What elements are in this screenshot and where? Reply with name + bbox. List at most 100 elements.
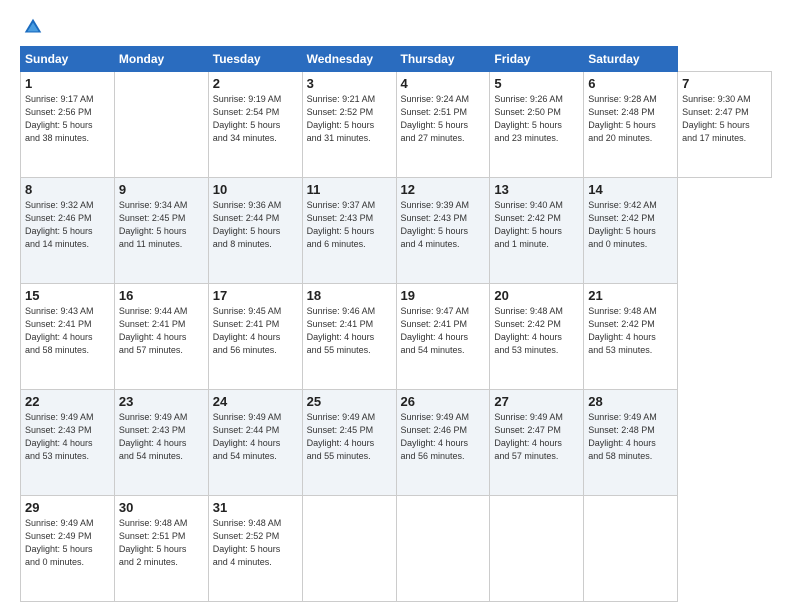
day-number: 18	[307, 288, 392, 303]
day-number: 8	[25, 182, 110, 197]
header	[20, 16, 772, 38]
day-info: Sunrise: 9:32 AM Sunset: 2:46 PM Dayligh…	[25, 199, 110, 251]
day-cell: 3 Sunrise: 9:21 AM Sunset: 2:52 PM Dayli…	[302, 72, 396, 178]
day-info: Sunrise: 9:30 AM Sunset: 2:47 PM Dayligh…	[682, 93, 767, 145]
col-monday: Monday	[114, 47, 208, 72]
logo	[20, 16, 46, 38]
day-info: Sunrise: 9:48 AM Sunset: 2:51 PM Dayligh…	[119, 517, 204, 569]
day-info: Sunrise: 9:48 AM Sunset: 2:42 PM Dayligh…	[494, 305, 579, 357]
day-number: 9	[119, 182, 204, 197]
day-number: 26	[401, 394, 486, 409]
day-info: Sunrise: 9:47 AM Sunset: 2:41 PM Dayligh…	[401, 305, 486, 357]
day-number: 10	[213, 182, 298, 197]
col-wednesday: Wednesday	[302, 47, 396, 72]
day-number: 20	[494, 288, 579, 303]
day-number: 17	[213, 288, 298, 303]
day-info: Sunrise: 9:45 AM Sunset: 2:41 PM Dayligh…	[213, 305, 298, 357]
day-info: Sunrise: 9:34 AM Sunset: 2:45 PM Dayligh…	[119, 199, 204, 251]
day-number: 5	[494, 76, 579, 91]
day-number: 7	[682, 76, 767, 91]
day-number: 6	[588, 76, 673, 91]
day-cell: 8 Sunrise: 9:32 AM Sunset: 2:46 PM Dayli…	[21, 178, 115, 284]
week-row: 29 Sunrise: 9:49 AM Sunset: 2:49 PM Dayl…	[21, 496, 772, 602]
day-cell: 7 Sunrise: 9:30 AM Sunset: 2:47 PM Dayli…	[678, 72, 772, 178]
day-cell: 20 Sunrise: 9:48 AM Sunset: 2:42 PM Dayl…	[490, 284, 584, 390]
week-row: 1 Sunrise: 9:17 AMSunset: 2:56 PMDayligh…	[21, 72, 772, 178]
day-info: Sunrise: 9:44 AM Sunset: 2:41 PM Dayligh…	[119, 305, 204, 357]
week-row: 15 Sunrise: 9:43 AM Sunset: 2:41 PM Dayl…	[21, 284, 772, 390]
day-cell: 17 Sunrise: 9:45 AM Sunset: 2:41 PM Dayl…	[208, 284, 302, 390]
day-info: Sunrise: 9:28 AM Sunset: 2:48 PM Dayligh…	[588, 93, 673, 145]
col-saturday: Saturday	[584, 47, 678, 72]
day-info: Sunrise: 9:49 AM Sunset: 2:44 PM Dayligh…	[213, 411, 298, 463]
day-cell: 6 Sunrise: 9:28 AM Sunset: 2:48 PM Dayli…	[584, 72, 678, 178]
day-cell: 13 Sunrise: 9:40 AM Sunset: 2:42 PM Dayl…	[490, 178, 584, 284]
empty-cell	[302, 496, 396, 602]
day-number: 23	[119, 394, 204, 409]
day-cell: 11 Sunrise: 9:37 AM Sunset: 2:43 PM Dayl…	[302, 178, 396, 284]
day-info: Sunrise: 9:49 AM Sunset: 2:45 PM Dayligh…	[307, 411, 392, 463]
day-cell: 29 Sunrise: 9:49 AM Sunset: 2:49 PM Dayl…	[21, 496, 115, 602]
day-cell: 15 Sunrise: 9:43 AM Sunset: 2:41 PM Dayl…	[21, 284, 115, 390]
day-cell: 10 Sunrise: 9:36 AM Sunset: 2:44 PM Dayl…	[208, 178, 302, 284]
day-number: 15	[25, 288, 110, 303]
day-cell: 12 Sunrise: 9:39 AM Sunset: 2:43 PM Dayl…	[396, 178, 490, 284]
generalblue-icon	[22, 16, 44, 38]
day-number: 27	[494, 394, 579, 409]
day-info: Sunrise: 9:24 AM Sunset: 2:51 PM Dayligh…	[401, 93, 486, 145]
day-number: 25	[307, 394, 392, 409]
day-cell: 5 Sunrise: 9:26 AM Sunset: 2:50 PM Dayli…	[490, 72, 584, 178]
day-cell: 14 Sunrise: 9:42 AM Sunset: 2:42 PM Dayl…	[584, 178, 678, 284]
day-cell: 28 Sunrise: 9:49 AM Sunset: 2:48 PM Dayl…	[584, 390, 678, 496]
day-info: Sunrise: 9:40 AM Sunset: 2:42 PM Dayligh…	[494, 199, 579, 251]
empty-cell	[584, 496, 678, 602]
day-number: 13	[494, 182, 579, 197]
day-info: Sunrise: 9:26 AM Sunset: 2:50 PM Dayligh…	[494, 93, 579, 145]
day-number: 4	[401, 76, 486, 91]
week-row: 22 Sunrise: 9:49 AM Sunset: 2:43 PM Dayl…	[21, 390, 772, 496]
day-number: 2	[213, 76, 298, 91]
day-info: Sunrise: 9:19 AM Sunset: 2:54 PM Dayligh…	[213, 93, 298, 145]
day-cell: 16 Sunrise: 9:44 AM Sunset: 2:41 PM Dayl…	[114, 284, 208, 390]
calendar: Sunday Monday Tuesday Wednesday Thursday…	[20, 46, 772, 602]
day-cell: 26 Sunrise: 9:49 AM Sunset: 2:46 PM Dayl…	[396, 390, 490, 496]
calendar-header-row: Sunday Monday Tuesday Wednesday Thursday…	[21, 47, 772, 72]
day-cell: 30 Sunrise: 9:48 AM Sunset: 2:51 PM Dayl…	[114, 496, 208, 602]
day-cell: 27 Sunrise: 9:49 AM Sunset: 2:47 PM Dayl…	[490, 390, 584, 496]
empty-cell	[114, 72, 208, 178]
empty-cell	[396, 496, 490, 602]
day-info: Sunrise: 9:21 AM Sunset: 2:52 PM Dayligh…	[307, 93, 392, 145]
day-info: Sunrise: 9:48 AM Sunset: 2:52 PM Dayligh…	[213, 517, 298, 569]
day-number: 31	[213, 500, 298, 515]
col-tuesday: Tuesday	[208, 47, 302, 72]
day-number: 21	[588, 288, 673, 303]
day-info: Sunrise: 9:37 AM Sunset: 2:43 PM Dayligh…	[307, 199, 392, 251]
day-number: 29	[25, 500, 110, 515]
day-number: 11	[307, 182, 392, 197]
day-info: Sunrise: 9:49 AM Sunset: 2:43 PM Dayligh…	[25, 411, 110, 463]
day-info: Sunrise: 9:49 AM Sunset: 2:48 PM Dayligh…	[588, 411, 673, 463]
day-info: Sunrise: 9:39 AM Sunset: 2:43 PM Dayligh…	[401, 199, 486, 251]
day-info: Sunrise: 9:49 AM Sunset: 2:49 PM Dayligh…	[25, 517, 110, 569]
day-number: 1	[25, 76, 110, 91]
day-info: Sunrise: 9:17 AMSunset: 2:56 PMDaylight:…	[25, 93, 110, 145]
day-number: 12	[401, 182, 486, 197]
day-number: 22	[25, 394, 110, 409]
day-cell: 9 Sunrise: 9:34 AM Sunset: 2:45 PM Dayli…	[114, 178, 208, 284]
page: Sunday Monday Tuesday Wednesday Thursday…	[0, 0, 792, 612]
day-number: 16	[119, 288, 204, 303]
day-cell: 4 Sunrise: 9:24 AM Sunset: 2:51 PM Dayli…	[396, 72, 490, 178]
day-cell: 19 Sunrise: 9:47 AM Sunset: 2:41 PM Dayl…	[396, 284, 490, 390]
day-info: Sunrise: 9:49 AM Sunset: 2:46 PM Dayligh…	[401, 411, 486, 463]
week-row: 8 Sunrise: 9:32 AM Sunset: 2:46 PM Dayli…	[21, 178, 772, 284]
day-info: Sunrise: 9:49 AM Sunset: 2:47 PM Dayligh…	[494, 411, 579, 463]
day-number: 14	[588, 182, 673, 197]
day-number: 19	[401, 288, 486, 303]
empty-cell	[490, 496, 584, 602]
day-info: Sunrise: 9:46 AM Sunset: 2:41 PM Dayligh…	[307, 305, 392, 357]
day-number: 28	[588, 394, 673, 409]
day-cell: 1 Sunrise: 9:17 AMSunset: 2:56 PMDayligh…	[21, 72, 115, 178]
day-number: 3	[307, 76, 392, 91]
day-cell: 18 Sunrise: 9:46 AM Sunset: 2:41 PM Dayl…	[302, 284, 396, 390]
day-info: Sunrise: 9:36 AM Sunset: 2:44 PM Dayligh…	[213, 199, 298, 251]
